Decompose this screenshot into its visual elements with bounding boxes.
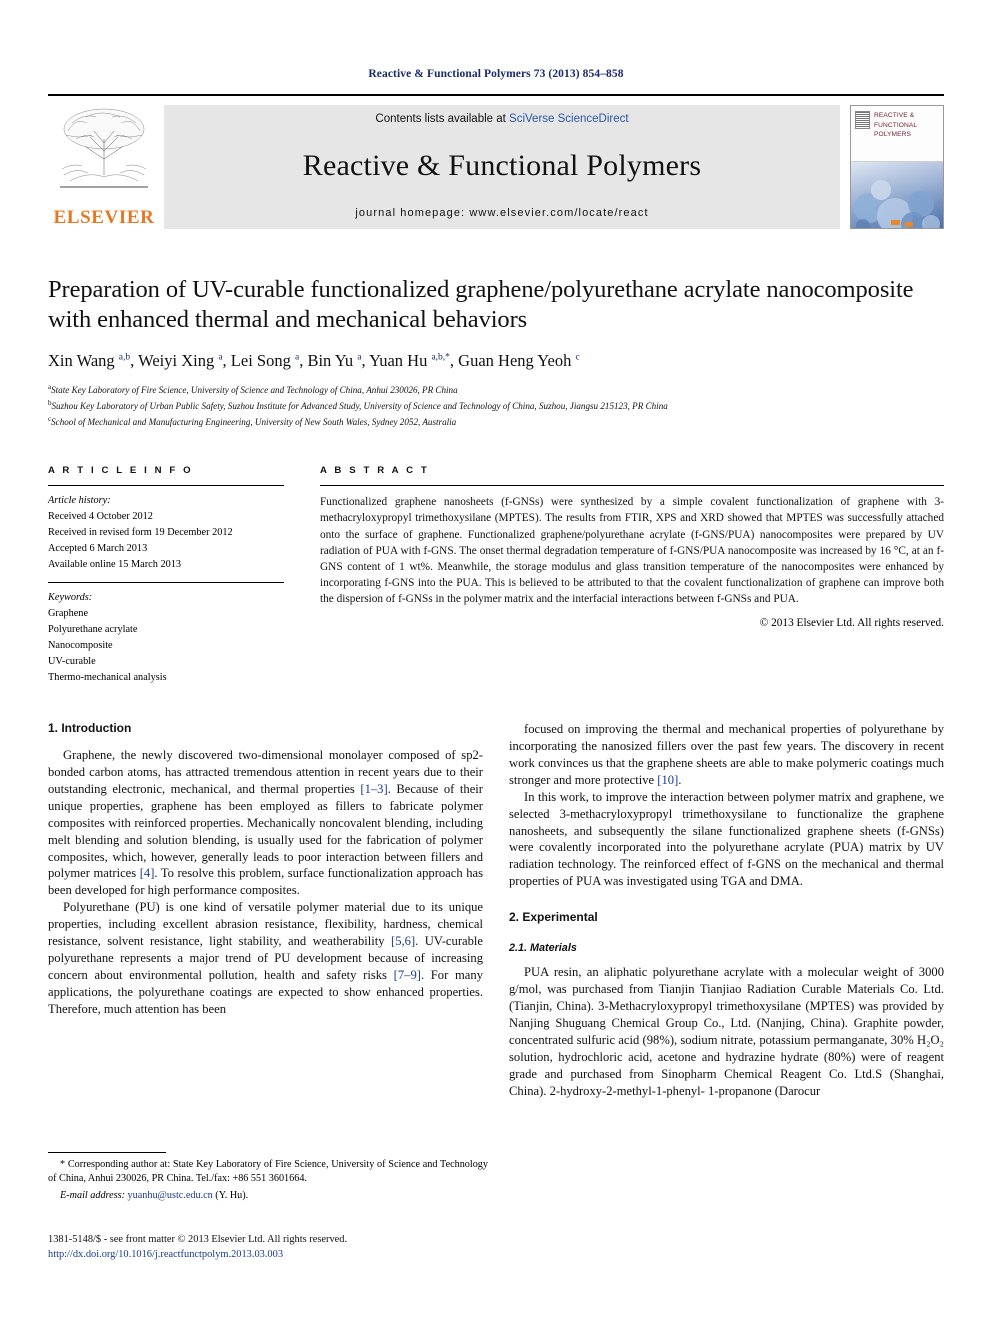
- subsection-heading-materials: 2.1. Materials: [509, 942, 577, 955]
- body-columns: 1. Introduction Graphene, the newly disc…: [48, 721, 944, 1100]
- sciencedirect-link[interactable]: SciVerse ScienceDirect: [509, 113, 629, 125]
- article-history-label: Article history:: [48, 495, 111, 507]
- affiliation-text-c: School of Mechanical and Manufacturing E…: [51, 416, 457, 427]
- keyword-item: UV-curable: [48, 656, 96, 668]
- journal-title: Reactive & Functional Polymers: [302, 149, 702, 182]
- issn-copyright-line: 1381-5148/$ - see front matter © 2013 El…: [48, 1234, 348, 1245]
- footnote-rule: [48, 1152, 166, 1153]
- article-info-column: A R T I C L E I N F O Article history: R…: [48, 465, 284, 694]
- keyword-item: Graphene: [48, 608, 89, 620]
- contents-prefix: Contents lists available at: [375, 113, 510, 125]
- corresponding-author-footnote: * Corresponding author at: State Key Lab…: [48, 1152, 488, 1203]
- paragraph: Graphene, the newly discovered two-dimen…: [48, 747, 483, 898]
- paragraph: In this work, to improve the interaction…: [509, 789, 944, 889]
- keyword-item: Nanocomposite: [48, 640, 113, 652]
- section-heading-experimental: 2. Experimental: [509, 910, 598, 925]
- body-right-column: focused on improving the thermal and mec…: [509, 721, 944, 1100]
- abstract-copyright: © 2013 Elsevier Ltd. All rights reserved…: [759, 616, 944, 629]
- cover-title: REACTIVE & FUNCTIONAL POLYMERS: [874, 112, 918, 139]
- history-item: Available online 15 March 2013: [48, 559, 182, 571]
- keywords-block: Keywords: Graphene Polyurethane acrylate…: [48, 583, 284, 695]
- paragraph: focused on improving the thermal and mec…: [509, 721, 944, 787]
- affiliation-text-a: State Key Laboratory of Fire Science, Un…: [51, 385, 458, 396]
- email-link[interactable]: yuanhu@ustc.edu.cn: [128, 1190, 213, 1201]
- elsevier-wordmark: ELSEVIER: [53, 207, 155, 228]
- abstract-heading: A B S T R A C T: [320, 465, 430, 477]
- journal-masthead: ELSEVIER Contents lists available at Sci…: [48, 94, 944, 229]
- info-abstract-row: A R T I C L E I N F O Article history: R…: [48, 465, 944, 694]
- affiliation-c: cSchool of Mechanical and Manufacturing …: [48, 414, 944, 430]
- running-head: Reactive & Functional Polymers 73 (2013)…: [368, 68, 624, 80]
- email-label: E-mail address:: [60, 1190, 125, 1202]
- affiliation-text-b: Suzhou Key Laboratory of Urban Public Sa…: [51, 400, 668, 411]
- contents-available-line: Contents lists available at SciVerse Sci…: [375, 113, 628, 125]
- footer-block: 1381-5148/$ - see front matter © 2013 El…: [48, 1233, 518, 1263]
- keywords-label: Keywords:: [48, 592, 93, 604]
- title-block: Preparation of UV-curable functionalized…: [48, 275, 944, 429]
- email-suffix: (Y. Hu).: [215, 1190, 249, 1202]
- abstract-text: Functionalized graphene nanosheets (f-GN…: [320, 496, 944, 605]
- history-item: Received in revised form 19 December 201…: [48, 527, 233, 539]
- affiliation-list: aState Key Laboratory of Fire Science, U…: [48, 382, 944, 429]
- history-item: Accepted 6 March 2013: [48, 543, 148, 555]
- paper-page: Reactive & Functional Polymers 73 (2013)…: [0, 0, 992, 1323]
- cover-artwork: [851, 162, 943, 228]
- section-heading-introduction: 1. Introduction: [48, 720, 132, 735]
- elsevier-tree-logo-icon: [56, 105, 152, 191]
- keyword-item: Thermo-mechanical analysis: [48, 671, 167, 683]
- cover-top: REACTIVE & FUNCTIONAL POLYMERS: [851, 106, 943, 163]
- paper-title: Preparation of UV-curable functionalized…: [48, 276, 914, 334]
- article-info-heading: A R T I C L E I N F O: [48, 465, 194, 477]
- keyword-item: Polyurethane acrylate: [48, 624, 138, 636]
- email-line: E-mail address: yuanhu@ustc.edu.cn (Y. H…: [48, 1189, 488, 1203]
- corresponding-author-text: * Corresponding author at: State Key Lab…: [48, 1159, 488, 1185]
- article-history-block: Article history: Received 4 October 2012…: [48, 486, 284, 582]
- cover-mini-thumb-icon: [855, 111, 870, 129]
- paragraph: Polyurethane (PU) is one kind of versati…: [48, 900, 483, 1016]
- doi-link[interactable]: http://dx.doi.org/10.1016/j.reactfunctpo…: [48, 1248, 518, 1263]
- history-item: Received 4 October 2012: [48, 511, 153, 523]
- affiliation-b: bSuzhou Key Laboratory of Urban Public S…: [48, 398, 944, 414]
- body-left-column: 1. Introduction Graphene, the newly disc…: [48, 721, 483, 1100]
- publisher-block: ELSEVIER: [48, 105, 164, 229]
- journal-homepage-link[interactable]: journal homepage: www.elsevier.com/locat…: [355, 207, 648, 219]
- affiliation-a: aState Key Laboratory of Fire Science, U…: [48, 382, 944, 398]
- journal-band: Contents lists available at SciVerse Sci…: [164, 105, 840, 229]
- abstract-column: A B S T R A C T Functionalized graphene …: [320, 465, 944, 694]
- paragraph: PUA resin, an aliphatic polyurethane acr…: [509, 965, 944, 1098]
- author-list: Xin Wang a,b, Weiyi Xing a, Lei Song a, …: [48, 350, 580, 370]
- journal-cover-thumbnail: REACTIVE & FUNCTIONAL POLYMERS: [850, 105, 944, 229]
